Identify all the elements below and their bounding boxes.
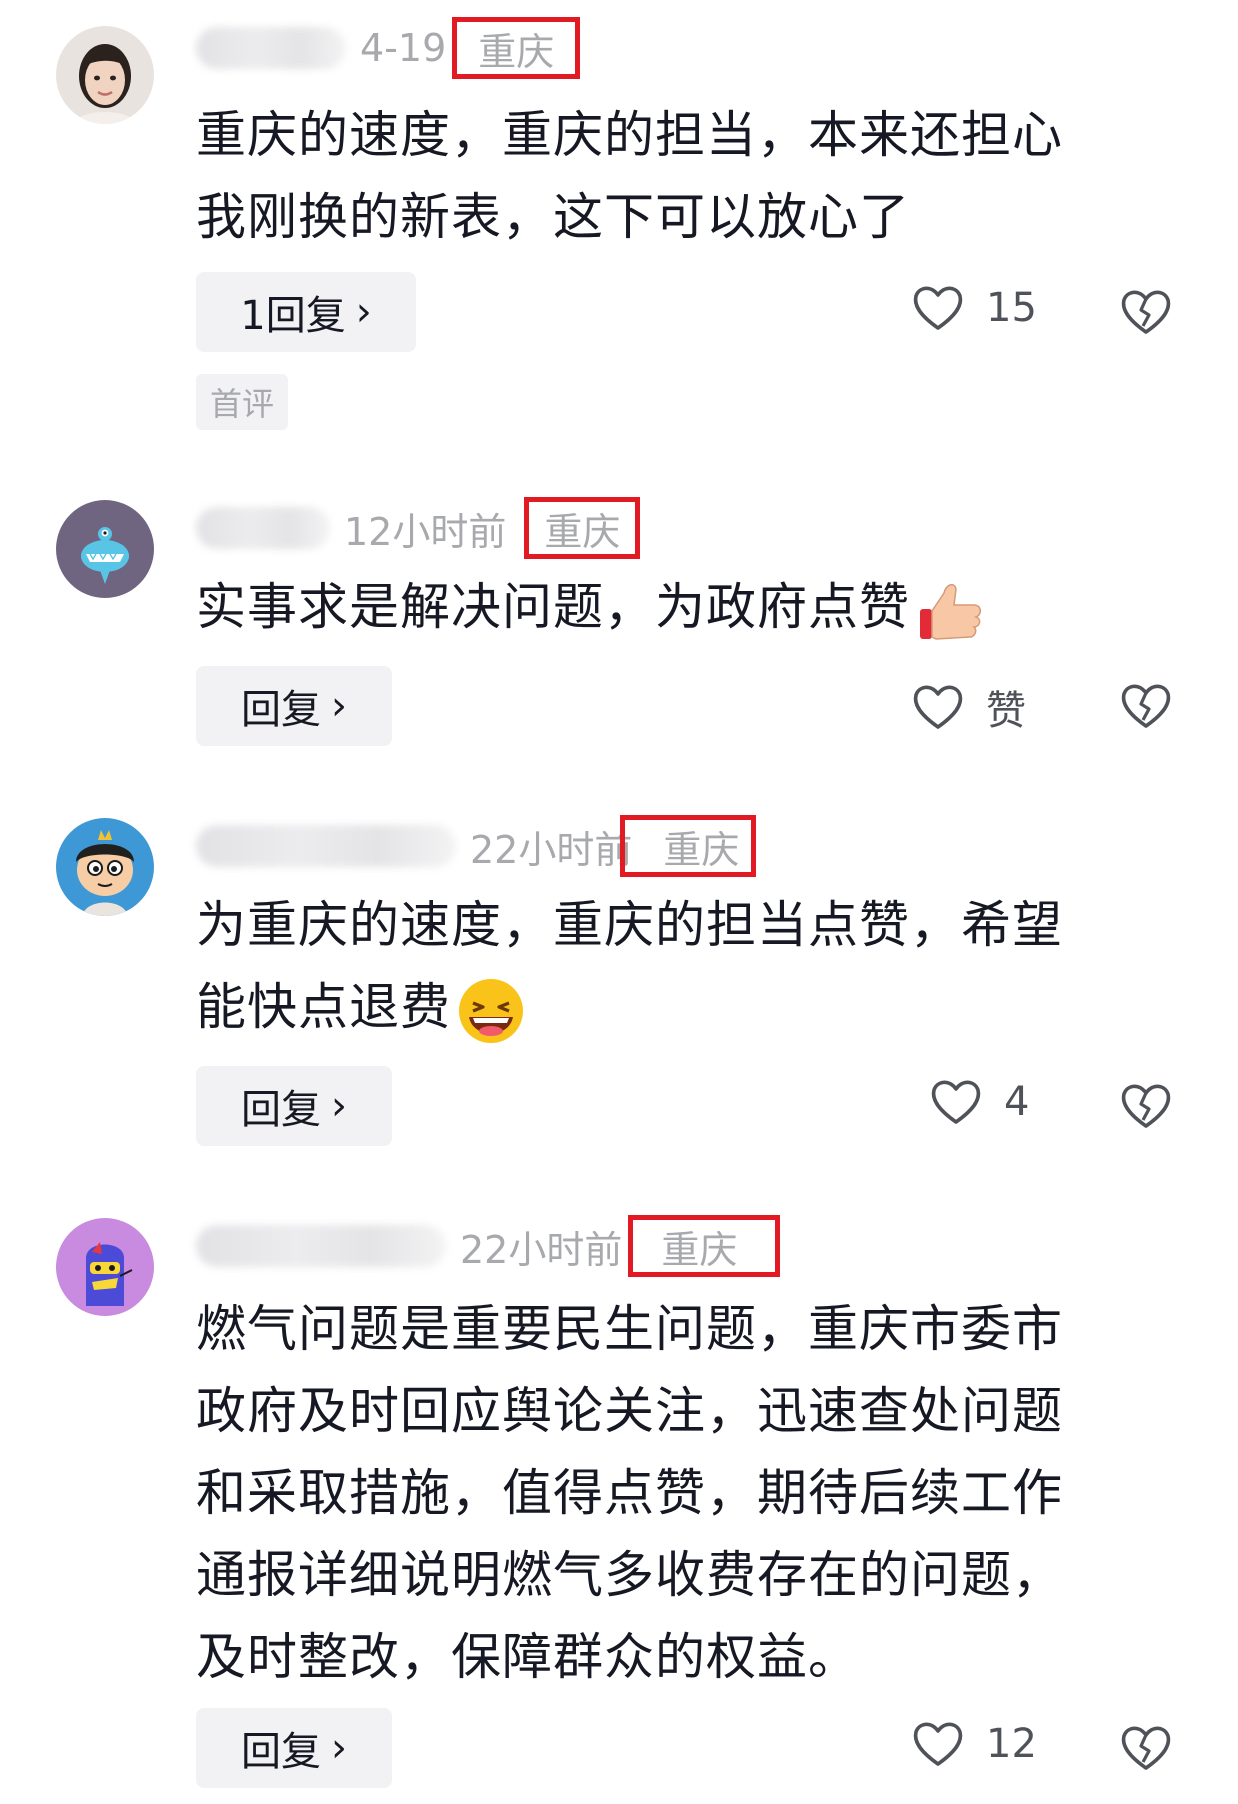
comment-text-line: 为重庆的速度，重庆的担当点赞，希望 — [196, 896, 1063, 954]
comment-meta: 4-19 重庆 — [196, 17, 581, 79]
avatar-cartoon-boy — [56, 818, 154, 916]
comment-text-line: 实事求是解决问题，为政府点赞 — [196, 566, 1166, 648]
region-text: 重庆 — [478, 29, 555, 74]
heart-icon — [912, 683, 964, 731]
comment-text-line: 重庆的速度，重庆的担当，本来还担心 — [196, 106, 1063, 164]
comment-text: 燃气问题是重要民生问题，重庆市委市 政府及时回应舆论关注，迅速查处问题 和采取措… — [196, 1288, 1166, 1698]
avatar-cartoon-bird — [56, 1218, 154, 1316]
comment-text-line-text: 实事求是解决问题，为政府点赞 — [196, 578, 910, 636]
region-text: 重庆 — [663, 827, 740, 872]
comment-text-line: 及时整改，保障群众的权益。 — [196, 1628, 859, 1686]
avatar[interactable] — [56, 26, 154, 124]
region-label-highlighted: 重庆 — [524, 497, 641, 559]
comment-time: 22小时前 — [470, 827, 633, 872]
like-count: 4 — [1004, 1079, 1030, 1125]
comment-text: 实事求是解决问题，为政府点赞 — [196, 566, 1166, 648]
avatar[interactable] — [56, 1218, 154, 1316]
reply-label: 回复 — [241, 687, 321, 733]
broken-heart-icon[interactable] — [1120, 1082, 1172, 1130]
chevron-right-icon: › — [355, 289, 372, 335]
like-count: 12 — [986, 1721, 1037, 1767]
comment-text-line-text: 能快点退费 — [196, 978, 451, 1036]
comment-text-line: 我刚换的新表，这下可以放心了 — [196, 188, 910, 246]
username-blurred[interactable] — [196, 1225, 446, 1267]
reply-label: 1回复 — [240, 293, 346, 339]
region-text: 重庆 — [661, 1227, 738, 1272]
chevron-right-icon: › — [331, 683, 347, 729]
comment-text: 重庆的速度，重庆的担当，本来还担心 我刚换的新表，这下可以放心了 — [196, 94, 1166, 258]
broken-heart-icon[interactable] — [1120, 288, 1172, 336]
like-count: 赞 — [986, 688, 1026, 734]
comment-time: 22小时前 — [460, 1227, 623, 1272]
region-label-highlighted: 重庆 — [628, 1215, 781, 1277]
reply-button[interactable]: 回复 › — [196, 1708, 392, 1788]
like-button[interactable]: 4 — [930, 1078, 1029, 1126]
comment-meta: 22小时前 重庆 — [196, 1215, 781, 1277]
reply-button[interactable]: 1回复 › — [196, 272, 416, 352]
reply-label: 回复 — [241, 1729, 321, 1775]
avatar-cartoon-fish — [56, 500, 154, 598]
username-blurred[interactable] — [196, 27, 346, 69]
like-button[interactable]: 赞 — [912, 678, 1026, 736]
like-count: 15 — [986, 285, 1037, 331]
avatar[interactable] — [56, 500, 154, 598]
region-text: 重庆 — [544, 509, 621, 554]
avatar-woman-photo — [56, 26, 154, 124]
reply-button[interactable]: 回复 › — [196, 666, 392, 746]
broken-heart-icon[interactable] — [1120, 1724, 1172, 1772]
region-label-highlighted: 重庆 — [452, 17, 581, 79]
like-button[interactable]: 15 — [912, 284, 1037, 332]
comment-time: 4-19 — [360, 26, 447, 70]
laughing-face-icon — [459, 978, 523, 1043]
chevron-right-icon: › — [331, 1725, 347, 1771]
tag-text: 首评 — [210, 385, 275, 423]
username-blurred[interactable] — [196, 825, 456, 867]
avatar[interactable] — [56, 818, 154, 916]
reply-button[interactable]: 回复 › — [196, 1066, 392, 1146]
comment-text-line: 通报详细说明燃气多收费存在的问题， — [196, 1546, 1063, 1604]
comment-meta: 12小时前 重庆 — [196, 497, 641, 559]
comment-text-line: 政府及时回应舆论关注，迅速查处问题 — [196, 1382, 1063, 1440]
comment-text-line: 燃气问题是重要民生问题，重庆市委市 — [196, 1300, 1063, 1358]
comment-text-line: 和采取措施，值得点赞，期待后续工作 — [196, 1464, 1063, 1522]
heart-icon — [912, 1720, 964, 1768]
region-label-highlighted: 重庆 — [620, 815, 757, 877]
comment-time: 12小时前 — [344, 509, 507, 554]
comment-text: 为重庆的速度，重庆的担当点赞，希望 能快点退费 — [196, 884, 1166, 1048]
username-blurred[interactable] — [196, 507, 330, 549]
like-button[interactable]: 12 — [912, 1720, 1037, 1768]
heart-icon — [912, 284, 964, 332]
comment-text-line: 能快点退费 — [196, 966, 1166, 1048]
comment-meta: 22小时前 重庆 — [196, 815, 757, 877]
broken-heart-icon[interactable] — [1120, 682, 1172, 730]
reply-label: 回复 — [241, 1087, 321, 1133]
thumbs-up-icon — [920, 583, 981, 640]
first-comment-tag: 首评 — [196, 374, 289, 430]
chevron-right-icon: › — [331, 1083, 347, 1129]
heart-icon — [930, 1078, 982, 1126]
